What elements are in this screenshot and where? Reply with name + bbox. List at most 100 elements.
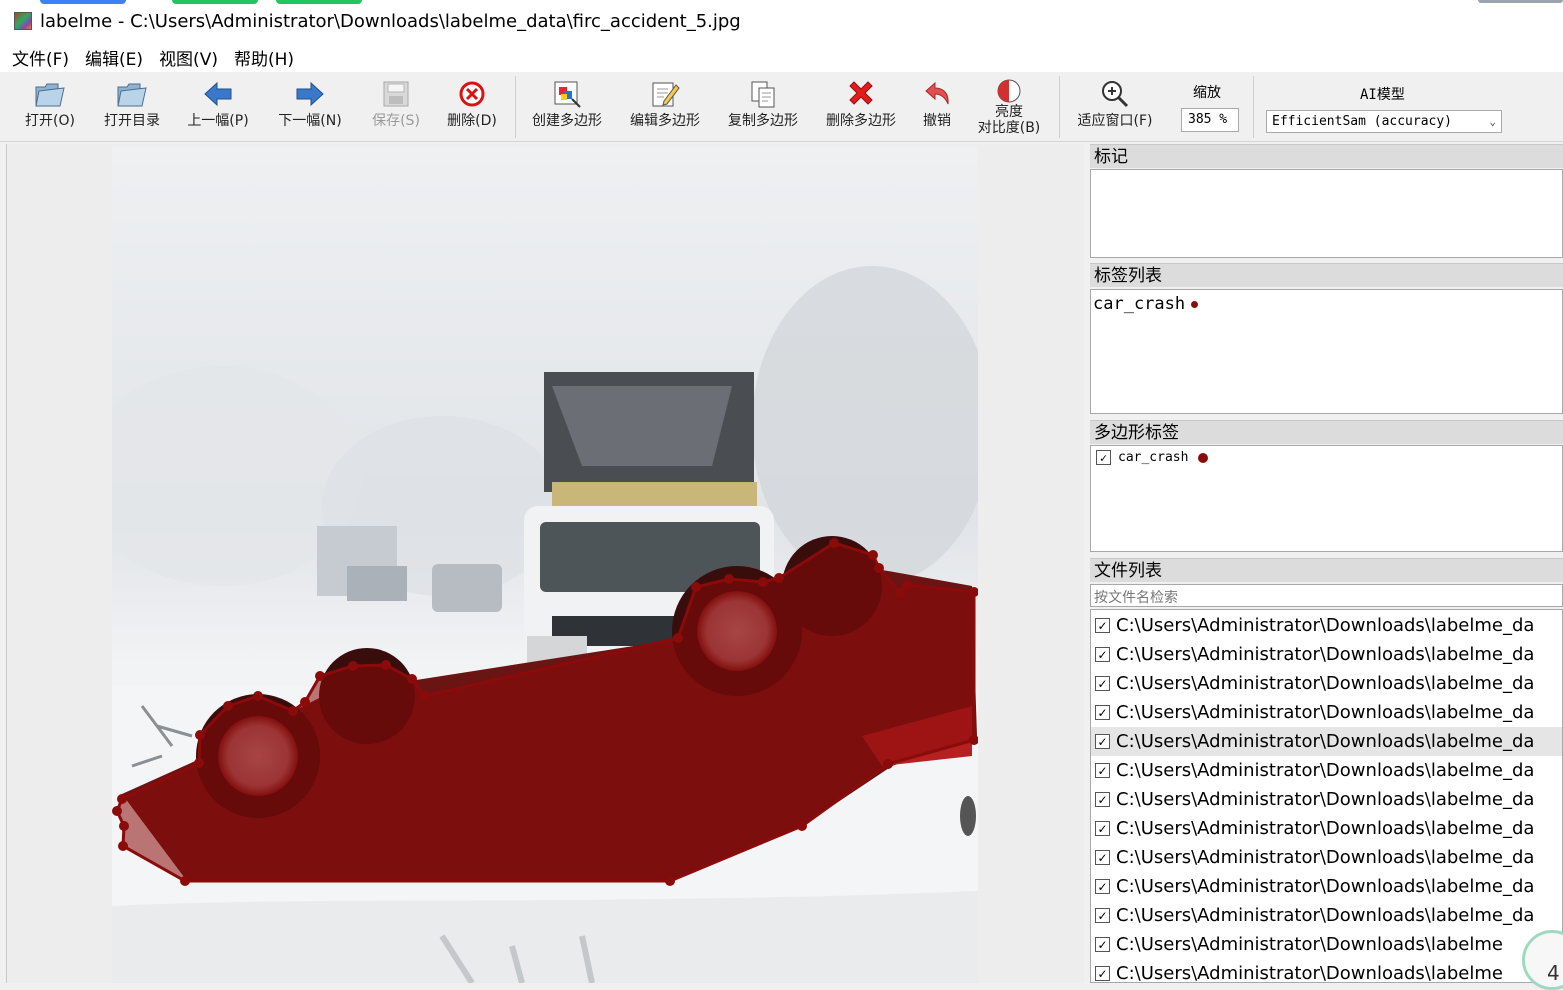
polygon-vertex[interactable] [774,573,784,583]
file-checked-checkbox[interactable]: ✓ [1095,821,1110,836]
delete-file-button[interactable]: 删除(D) [444,78,500,138]
polygon-vertex[interactable] [868,550,878,560]
edit-pencil-icon [649,78,681,110]
menu-view[interactable]: 视图(V) [151,45,226,70]
polygon-vertex[interactable] [407,674,417,684]
file-list-item[interactable]: ✓ C:\Users\Administrator\Downloads\labelm… [1091,640,1562,669]
copy-polygon-button[interactable]: 复制多边形 [722,78,804,138]
label-list-panel-title: 标签列表 [1090,263,1563,287]
file-checked-checkbox[interactable]: ✓ [1095,647,1110,662]
file-checked-checkbox[interactable]: ✓ [1095,792,1110,807]
file-list-item[interactable]: ✓ C:\Users\Administrator\Downloads\labelm… [1091,611,1562,640]
taskbar-tab-decoration [40,0,126,4]
file-checked-checkbox[interactable]: ✓ [1095,879,1110,894]
polygon-vertex[interactable] [117,794,127,804]
file-list-item[interactable]: ✓ C:\Users\Administrator\Downloads\labelm… [1091,959,1562,982]
menu-edit[interactable]: 编辑(E) [77,45,151,70]
file-list-item[interactable]: ✓ C:\Users\Administrator\Downloads\labelm… [1091,669,1562,698]
polygon-vertex[interactable] [902,580,912,590]
file-checked-checkbox[interactable]: ✓ [1095,705,1110,720]
brightness-contrast-button[interactable]: 亮度 对比度(B) [972,78,1046,138]
file-checked-checkbox[interactable]: ✓ [1095,676,1110,691]
road-tracks [112,891,978,983]
file-list-item[interactable]: ✓ C:\Users\Administrator\Downloads\labelm… [1091,930,1562,959]
polygon-vertex[interactable] [253,691,263,701]
polygon-vertex[interactable] [691,582,701,592]
toolbar-separator [1059,76,1060,138]
polygon-vertex[interactable] [673,633,683,643]
file-list-item[interactable]: ✓ C:\Users\Administrator\Downloads\labelm… [1091,872,1562,901]
polygon-vertex[interactable] [194,758,204,768]
ai-model-label: AI模型 [1360,87,1405,103]
file-checked-checkbox[interactable]: ✓ [1095,966,1110,981]
menu-help[interactable]: 帮助(H) [226,45,302,70]
file-checked-checkbox[interactable]: ✓ [1095,763,1110,778]
file-list-item[interactable]: ✓ C:\Users\Administrator\Downloads\labelm… [1091,901,1562,930]
file-list-item[interactable]: ✓ C:\Users\Administrator\Downloads\labelm… [1091,814,1562,843]
file-path-text: C:\Users\Administrator\Downloads\labelme… [1116,760,1535,781]
polygon-vertex[interactable] [724,574,734,584]
polygon-vertex[interactable] [348,661,358,671]
brightness-label: 亮度 [995,104,1023,120]
prev-image-button[interactable]: 上一幅(P) [182,78,254,138]
polygon-vertex[interactable] [112,806,122,816]
create-polygon-button[interactable]: 创建多边形 [526,78,608,138]
image-canvas[interactable] [6,144,1084,983]
file-list-item[interactable]: ✓ C:\Users\Administrator\Downloads\labelm… [1091,698,1562,727]
file-list-item[interactable]: ✓ C:\Users\Administrator\Downloads\labelm… [1091,785,1562,814]
next-image-button[interactable]: 下一幅(N) [274,78,346,138]
polygon-vertex[interactable] [180,876,190,886]
file-checked-checkbox[interactable]: ✓ [1095,618,1110,633]
polygon-vertex[interactable] [895,588,905,598]
polygon-vertex[interactable] [665,876,675,886]
plow-truck-lights [552,482,757,510]
distant-car [432,564,502,612]
polygon-vertex[interactable] [288,706,298,716]
fit-window-button[interactable]: 适应窗口(F) [1070,78,1160,138]
file-path-text: C:\Users\Administrator\Downloads\labelme… [1116,702,1535,723]
menu-file[interactable]: 文件(F) [4,45,77,70]
distant-truck [347,566,407,601]
polygon-vertex[interactable] [223,701,233,711]
zoom-input[interactable]: 385 % [1181,108,1239,132]
taskbar-tab-decoration [276,0,362,4]
annotated-photo[interactable] [112,146,978,983]
polygon-vertex[interactable] [874,563,884,573]
label-list-item-text: car_crash [1093,294,1186,314]
file-checked-checkbox[interactable]: ✓ [1095,734,1110,749]
polygon-labels-panel-title: 多边形标签 [1090,420,1563,444]
polygon-vertex[interactable] [118,841,128,851]
file-checked-checkbox[interactable]: ✓ [1095,850,1110,865]
zoom-fit-icon [1099,78,1131,110]
polygon-labels-panel: ✓ car_crash [1090,445,1563,552]
polygon-vertex[interactable] [829,538,839,548]
open-dir-button[interactable]: 打开目录 [98,78,166,138]
file-path-text: C:\Users\Administrator\Downloads\labelme… [1116,644,1535,665]
polygon-vertex[interactable] [883,759,893,769]
polygon-label-item[interactable]: ✓ car_crash [1096,450,1209,465]
file-list-item[interactable]: ✓ C:\Users\Administrator\Downloads\labelm… [1091,756,1562,785]
polygon-vertex[interactable] [119,821,129,831]
edit-polygon-button[interactable]: 编辑多边形 [624,78,706,138]
undo-button[interactable]: 撤销 [914,78,960,138]
file-checked-checkbox[interactable]: ✓ [1095,937,1110,952]
file-list-item[interactable]: ✓ C:\Users\Administrator\Downloads\labelm… [1091,843,1562,872]
polygon-vertex[interactable] [315,671,325,681]
polygon-vertex[interactable] [195,730,205,740]
undo-arrow-icon [921,78,953,110]
file-search-input[interactable]: 按文件名检索 [1090,584,1563,607]
toolbar-separator [515,76,516,138]
open-button[interactable]: 打开(O) [22,78,78,138]
save-button[interactable]: 保存(S) [366,78,426,138]
file-list-item[interactable]: ✓ C:\Users\Administrator\Downloads\labelm… [1091,727,1562,756]
polygon-visible-checkbox[interactable]: ✓ [1096,450,1111,465]
file-checked-checkbox[interactable]: ✓ [1095,908,1110,923]
polygon-vertex[interactable] [797,821,807,831]
polygon-vertex[interactable] [381,660,391,670]
label-list-item[interactable]: car_crash [1093,294,1199,314]
delete-polygon-button[interactable]: 删除多边形 [820,78,902,138]
polygon-vertex[interactable] [420,691,430,701]
polygon-vertex[interactable] [300,697,310,707]
polygon-vertex[interactable] [758,577,768,587]
ai-model-select[interactable]: EfficientSam (accuracy) ⌄ [1266,110,1502,133]
